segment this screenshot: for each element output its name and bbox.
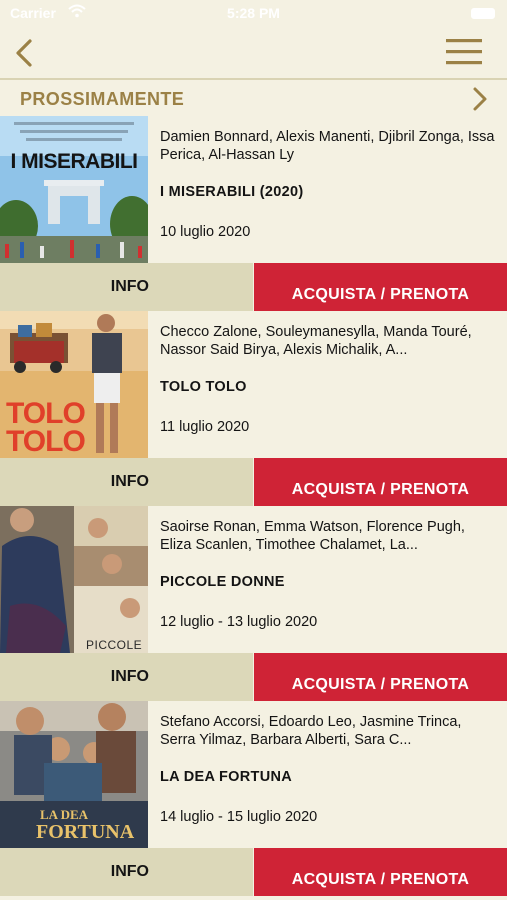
movie-title: TOLO TOLO xyxy=(160,379,247,395)
info-button[interactable]: INFO xyxy=(0,263,253,311)
movie-title: LA DEA FORTUNA xyxy=(160,769,293,785)
info-button[interactable]: INFO xyxy=(0,653,253,701)
info-button-label: INFO xyxy=(110,278,149,295)
movie-poster[interactable]: LA DEA FORTUNA xyxy=(0,701,148,848)
menu-button[interactable] xyxy=(445,36,483,68)
clock: 5:28 PM xyxy=(227,5,280,21)
buy-book-button[interactable]: ACQUISTA / PRENOTA xyxy=(254,653,507,701)
poster-title-text: PICCOLE xyxy=(86,638,143,652)
movie-item: I MISERABILI Damien Bonnard, Alexis Mane… xyxy=(0,116,507,311)
buy-book-button[interactable]: ACQUISTA / PRENOTA xyxy=(254,263,507,311)
poster-title-text: TOLO xyxy=(6,425,86,458)
movie-poster[interactable]: PICCOLE xyxy=(0,506,148,653)
info-button-label: INFO xyxy=(110,668,149,685)
navigation-bar xyxy=(0,28,507,80)
hamburger-menu-icon xyxy=(446,39,482,65)
movie-poster[interactable]: TOLO TOLO xyxy=(0,311,148,458)
movie-cast: Checco Zalone, Souleymanesylla, Manda To… xyxy=(160,324,472,358)
poster-title-text: I MISERABILI xyxy=(10,150,138,173)
info-button-label: INFO xyxy=(110,863,149,880)
movie-cast: Saoirse Ronan, Emma Watson, Florence Pug… xyxy=(160,519,465,553)
chevron-left-icon xyxy=(16,39,32,67)
info-button[interactable]: INFO xyxy=(0,458,253,506)
info-button-label: INFO xyxy=(110,473,149,490)
movie-item: PICCOLE Saoirse Ronan, Emma Watson, Flor… xyxy=(0,506,507,701)
movie-poster[interactable]: I MISERABILI xyxy=(0,116,148,263)
buy-book-button[interactable]: ACQUISTA / PRENOTA xyxy=(254,848,507,896)
movie-date: 12 luglio - 13 luglio 2020 xyxy=(160,614,318,630)
chevron-right-icon xyxy=(473,87,487,111)
movie-title: I MISERABILI (2020) xyxy=(160,184,304,200)
next-section-button[interactable] xyxy=(469,85,491,113)
movie-cast: Stefano Accorsi, Edoardo Leo, Jasmine Tr… xyxy=(160,714,462,748)
info-button[interactable]: INFO xyxy=(0,848,253,896)
status-bar: Carrier 5:28 PM xyxy=(0,0,507,28)
movie-cast: Damien Bonnard, Alexis Manenti, Djibril … xyxy=(160,129,495,163)
movie-date: 10 luglio 2020 xyxy=(160,224,251,240)
section-header: PROSSIMAMENTE xyxy=(0,80,507,116)
movie-date: 11 luglio 2020 xyxy=(160,419,250,435)
movie-title: PICCOLE DONNE xyxy=(160,574,285,590)
battery-icon xyxy=(471,8,495,19)
buy-book-button[interactable]: ACQUISTA / PRENOTA xyxy=(254,458,507,506)
poster-title-text: FORTUNA xyxy=(36,821,135,843)
movie-item: TOLO TOLO Checco Zalone, Souleymanesylla… xyxy=(0,311,507,506)
back-button[interactable] xyxy=(10,36,40,70)
movie-date: 14 luglio - 15 luglio 2020 xyxy=(160,809,318,825)
section-title: PROSSIMAMENTE xyxy=(20,89,185,109)
movie-item: LA DEA FORTUNA Stefano Accorsi, Edoardo … xyxy=(0,701,507,896)
